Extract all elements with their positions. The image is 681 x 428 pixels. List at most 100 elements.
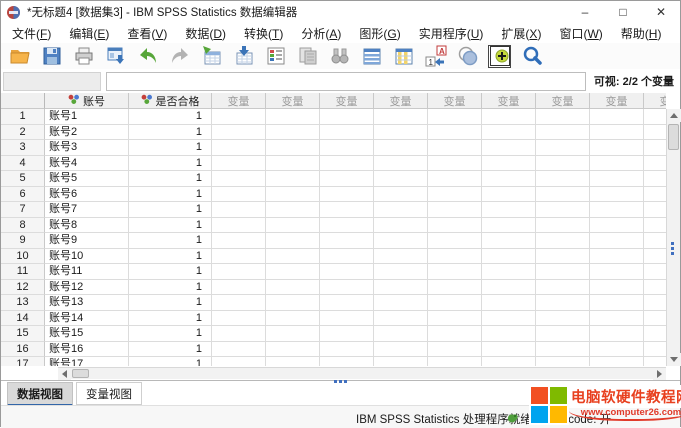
column-header-empty[interactable]: 变量 [644,93,666,109]
cell-empty[interactable] [212,109,266,125]
cell-empty[interactable] [212,202,266,218]
print-icon[interactable] [72,45,95,68]
cell-empty[interactable] [320,156,374,172]
row-number[interactable]: 8 [1,218,45,234]
cell-empty[interactable] [212,156,266,172]
cell-empty[interactable] [374,218,428,234]
cell-empty[interactable] [482,156,536,172]
redo-icon[interactable] [168,45,191,68]
column-header-账号[interactable]: 账号 [45,93,129,109]
cell-empty[interactable] [374,357,428,366]
cell-empty[interactable] [266,342,320,358]
cell-empty[interactable] [320,125,374,141]
cell-empty[interactable] [482,171,536,187]
cell-empty[interactable] [482,295,536,311]
vertical-scrollbar[interactable] [666,109,680,366]
cell-empty[interactable] [590,109,644,125]
scroll-right-button[interactable] [653,368,666,380]
cell-empty[interactable] [374,311,428,327]
cell-empty[interactable] [482,326,536,342]
goto-variable-icon[interactable] [232,45,255,68]
cell-empty[interactable] [644,357,666,366]
cell-empty[interactable] [590,326,644,342]
scroll-up-button[interactable] [667,109,681,122]
cell-empty[interactable] [590,342,644,358]
row-number[interactable]: 9 [1,233,45,249]
cell-qualified[interactable]: 1 [129,109,212,125]
cell-empty[interactable] [428,311,482,327]
cell-empty[interactable] [320,249,374,265]
cell-empty[interactable] [212,140,266,156]
cell-empty[interactable] [374,109,428,125]
cell-empty[interactable] [266,187,320,203]
cell-empty[interactable] [482,233,536,249]
cell-empty[interactable] [590,233,644,249]
cell-empty[interactable] [428,342,482,358]
cell-empty[interactable] [482,357,536,366]
cell-empty[interactable] [266,233,320,249]
minimize-button[interactable]: – [566,1,604,23]
cell-empty[interactable] [428,187,482,203]
cell-account[interactable]: 账号6 [45,187,129,203]
cell-account[interactable]: 账号9 [45,233,129,249]
cell-empty[interactable] [320,140,374,156]
cell-account[interactable]: 账号12 [45,280,129,296]
cell-empty[interactable] [212,218,266,234]
cell-qualified[interactable]: 1 [129,218,212,234]
cell-qualified[interactable]: 1 [129,233,212,249]
column-header-empty[interactable]: 变量 [374,93,428,109]
cell-account[interactable]: 账号15 [45,326,129,342]
descriptives-icon[interactable] [296,45,319,68]
cell-account[interactable]: 账号4 [45,156,129,172]
row-number[interactable]: 17 [1,357,45,366]
cell-account[interactable]: 账号5 [45,171,129,187]
cell-empty[interactable] [590,311,644,327]
cell-empty[interactable] [590,202,644,218]
cell-empty[interactable] [320,233,374,249]
cell-empty[interactable] [374,140,428,156]
menu-item[interactable]: 文件(F) [3,23,60,44]
column-header-empty[interactable]: 变量 [266,93,320,109]
row-number[interactable]: 11 [1,264,45,280]
cell-empty[interactable] [590,171,644,187]
cell-empty[interactable] [266,140,320,156]
cell-account[interactable]: 账号2 [45,125,129,141]
open-data-icon[interactable] [8,45,31,68]
cell-empty[interactable] [266,218,320,234]
column-header-empty[interactable]: 变量 [482,93,536,109]
cell-empty[interactable] [482,218,536,234]
cell-empty[interactable] [374,295,428,311]
cell-empty[interactable] [266,171,320,187]
cell-account[interactable]: 账号3 [45,140,129,156]
save-icon[interactable] [40,45,63,68]
cell-empty[interactable] [212,233,266,249]
cell-empty[interactable] [212,326,266,342]
row-number[interactable]: 4 [1,156,45,172]
cell-empty[interactable] [536,249,590,265]
cell-empty[interactable] [374,280,428,296]
cell-empty[interactable] [428,171,482,187]
scroll-left-button[interactable] [58,368,71,380]
menu-item[interactable]: 转换(T) [235,23,292,44]
menu-item[interactable]: 帮助(H) [612,23,671,44]
cell-empty[interactable] [266,264,320,280]
cell-empty[interactable] [536,326,590,342]
cell-empty[interactable] [482,311,536,327]
row-number[interactable]: 1 [1,109,45,125]
vertical-splitter-handle[interactable] [671,242,674,255]
cell-empty[interactable] [536,264,590,280]
cell-empty[interactable] [590,249,644,265]
cell-empty[interactable] [266,295,320,311]
cell-empty[interactable] [482,140,536,156]
column-header-empty[interactable]: 变量 [590,93,644,109]
cell-empty[interactable] [482,109,536,125]
cell-empty[interactable] [374,249,428,265]
variables-icon[interactable] [264,45,287,68]
cell-empty[interactable] [536,171,590,187]
cell-empty[interactable] [428,295,482,311]
cell-empty[interactable] [644,202,666,218]
cell-empty[interactable] [644,140,666,156]
cell-empty[interactable] [482,249,536,265]
cell-qualified[interactable]: 1 [129,311,212,327]
column-header-是否合格[interactable]: 是否合格 [129,93,212,109]
